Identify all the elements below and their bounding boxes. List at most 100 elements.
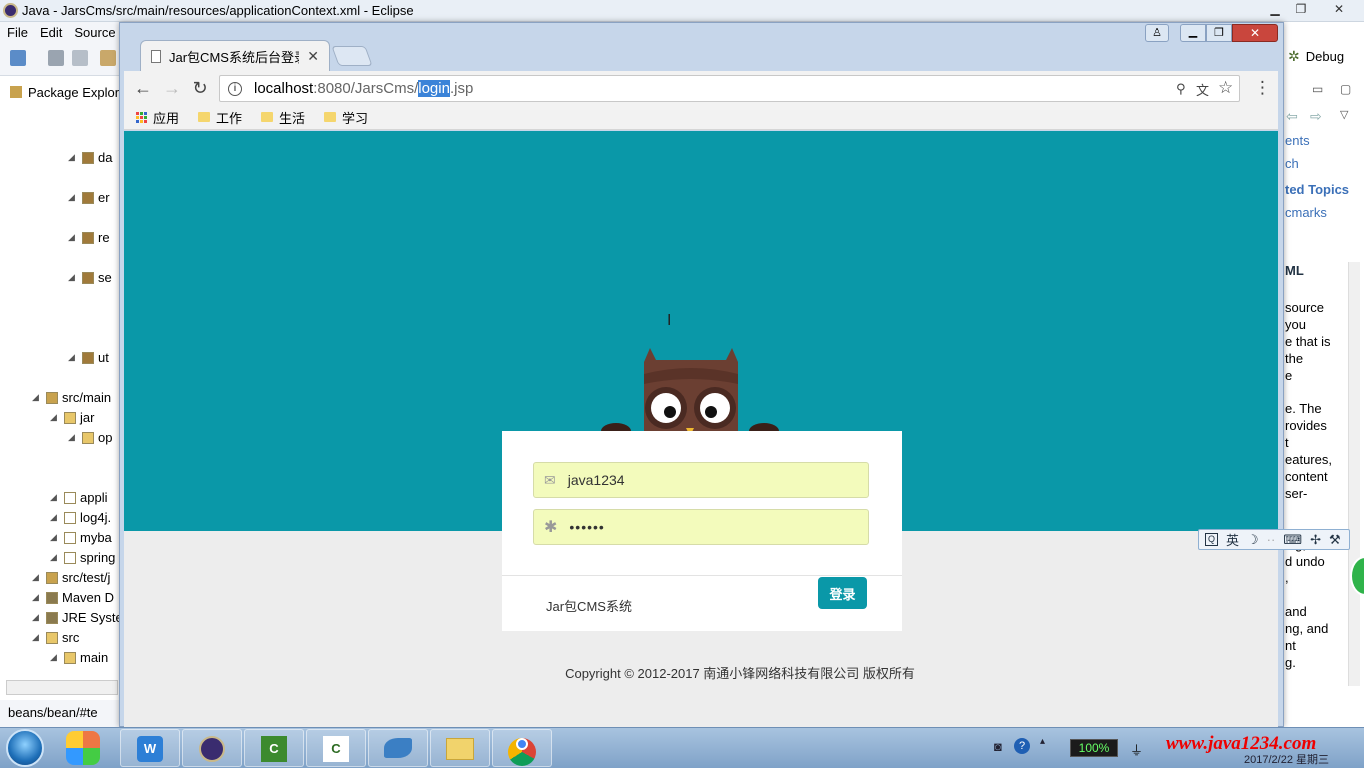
taskbar-explorer[interactable]: [430, 729, 490, 767]
expand-triangle-icon[interactable]: ◢: [50, 552, 60, 563]
tree-item[interactable]: ◢ main: [50, 650, 108, 665]
view-menu-icon[interactable]: ▽: [1340, 108, 1348, 121]
expand-triangle-icon[interactable]: ◢: [68, 352, 78, 363]
help-link[interactable]: ch: [1285, 156, 1299, 171]
tree-item[interactable]: ◢ op: [68, 430, 112, 445]
translate-icon[interactable]: 文: [1196, 80, 1209, 99]
forward-icon[interactable]: →: [162, 78, 182, 98]
taskbar-mysql[interactable]: [368, 729, 428, 767]
expand-triangle-icon[interactable]: ◢: [50, 412, 60, 423]
menu-source[interactable]: Source: [74, 25, 115, 40]
bookmark-apps[interactable]: 应用: [136, 108, 179, 127]
pin-icon[interactable]: ⚲: [1176, 81, 1186, 97]
help-icon[interactable]: ?: [1014, 738, 1030, 754]
login-button[interactable]: 登录: [818, 577, 867, 609]
bookmark-study[interactable]: 学习: [324, 108, 368, 127]
save-icon[interactable]: [48, 50, 64, 66]
clock-date[interactable]: 2017/2/22 星期三: [1244, 751, 1329, 767]
forward-arrow-icon[interactable]: ⇨: [1310, 108, 1322, 125]
expand-triangle-icon[interactable]: ◢: [32, 632, 42, 643]
expand-triangle-icon[interactable]: ◢: [68, 272, 78, 283]
expand-triangle-icon[interactable]: ◢: [32, 612, 42, 623]
taskbar-camtasia-2[interactable]: C: [306, 729, 366, 767]
taskbar-wps[interactable]: W: [120, 729, 180, 767]
help-scrollbar[interactable]: [1348, 262, 1360, 686]
tree-item[interactable]: ◢ myba: [50, 530, 112, 545]
tree-item[interactable]: ◢ JRE Syste: [32, 610, 123, 625]
tray-qq-icon[interactable]: ◙: [994, 739, 1002, 754]
tab-close-icon[interactable]: ✕: [307, 48, 319, 65]
ime-toolbar[interactable]: Q 英 ☽ ·· ⌨ ✢ ⚒: [1198, 529, 1350, 550]
expand-triangle-icon[interactable]: ◢: [50, 512, 60, 523]
menu-icon[interactable]: ⋮: [1254, 78, 1271, 98]
help-link[interactable]: ents: [1285, 133, 1310, 148]
start-button[interactable]: [6, 729, 44, 767]
tray-expand-icon[interactable]: ▴: [1040, 736, 1045, 747]
back-arrow-icon[interactable]: ⇦: [1286, 108, 1298, 125]
tree-item[interactable]: ◢ src/test/j: [32, 570, 110, 585]
tree-item[interactable]: ◢ se: [68, 270, 112, 285]
expand-triangle-icon[interactable]: ◢: [68, 432, 78, 443]
keyboard-icon[interactable]: ⌨: [1283, 532, 1302, 548]
taskbar-chrome[interactable]: [492, 729, 552, 767]
back-icon[interactable]: ←: [133, 78, 153, 98]
punct-icon[interactable]: ✢: [1310, 532, 1321, 548]
tree-item[interactable]: ◢ log4j.: [50, 510, 111, 525]
panel-maximize-icon[interactable]: ▢: [1340, 82, 1351, 96]
expand-triangle-icon[interactable]: ◢: [32, 592, 42, 603]
expand-triangle-icon[interactable]: ◢: [50, 652, 60, 663]
package-explorer-header[interactable]: Package Explor: [0, 80, 120, 104]
tree-item[interactable]: ◢ spring: [50, 550, 115, 565]
expand-triangle-icon[interactable]: ◢: [68, 192, 78, 203]
username-field[interactable]: ✉ java1234: [533, 462, 869, 498]
ime-mode[interactable]: 英: [1226, 530, 1239, 549]
tree-item[interactable]: ◢ src: [32, 630, 79, 645]
wrench-icon[interactable]: ⚒: [1329, 532, 1341, 548]
quick-launch-icon[interactable]: [66, 731, 100, 765]
chrome-restore-button[interactable]: ❐: [1206, 24, 1232, 42]
expand-triangle-icon[interactable]: ◢: [32, 392, 42, 403]
tree-item[interactable]: ◢ ut: [68, 350, 109, 365]
moon-icon[interactable]: ☽: [1247, 532, 1259, 548]
expand-triangle-icon[interactable]: ◢: [68, 232, 78, 243]
bookmark-star-icon[interactable]: ☆: [1218, 78, 1233, 98]
new-icon[interactable]: [10, 50, 26, 66]
browser-tab-active[interactable]: Jar包CMS系统后台登录 ✕: [140, 40, 330, 72]
tree-item[interactable]: ◢ re: [68, 230, 110, 245]
chrome-profile-button[interactable]: ♙: [1145, 24, 1169, 42]
expand-triangle-icon[interactable]: ◢: [50, 492, 60, 503]
chrome-minimize-button[interactable]: ▁: [1180, 24, 1206, 42]
tree-item[interactable]: ◢ src/main: [32, 390, 111, 405]
tree-item[interactable]: ◢ er: [68, 190, 110, 205]
bookmark-work[interactable]: 工作: [198, 108, 242, 127]
expand-triangle-icon[interactable]: ◢: [32, 572, 42, 583]
new-tab-button[interactable]: [331, 46, 373, 66]
tree-item[interactable]: ◢ da: [68, 150, 112, 165]
taskbar-eclipse[interactable]: [182, 729, 242, 767]
battery-indicator[interactable]: 100%: [1070, 739, 1118, 757]
eclipse-maximize-button[interactable]: ❐: [1288, 1, 1314, 18]
expand-triangle-icon[interactable]: ◢: [68, 152, 78, 163]
password-field[interactable]: ✱ ••••••: [533, 509, 869, 545]
address-bar[interactable]: i localhost :8080/JarsCms/ login .jsp: [219, 75, 1240, 102]
reload-icon[interactable]: ↻: [190, 78, 210, 98]
print-icon[interactable]: [100, 50, 116, 66]
panel-minimize-icon[interactable]: ▭: [1312, 82, 1323, 96]
tree-item[interactable]: ◢ Maven D: [32, 590, 114, 605]
save-all-icon[interactable]: [72, 50, 88, 66]
power-plug-icon[interactable]: ⏚: [1130, 740, 1143, 759]
debug-perspective-button[interactable]: ✲ Debug: [1288, 48, 1344, 65]
help-link[interactable]: ted Topics: [1285, 182, 1349, 197]
tree-item[interactable]: ◢ jar: [50, 410, 94, 425]
tree-item[interactable]: ◢ appli: [50, 490, 107, 505]
menu-edit[interactable]: Edit: [40, 25, 62, 40]
expand-triangle-icon[interactable]: ◢: [50, 532, 60, 543]
bookmark-life[interactable]: 生活: [261, 108, 305, 127]
taskbar-camtasia[interactable]: C: [244, 729, 304, 767]
package-explorer-scrollbar[interactable]: [6, 680, 118, 695]
chrome-close-button[interactable]: ✕: [1232, 24, 1278, 42]
help-link[interactable]: cmarks: [1285, 205, 1327, 220]
menu-file[interactable]: File: [7, 25, 28, 40]
info-icon[interactable]: i: [228, 81, 242, 96]
eclipse-minimize-button[interactable]: ▁: [1262, 1, 1288, 18]
